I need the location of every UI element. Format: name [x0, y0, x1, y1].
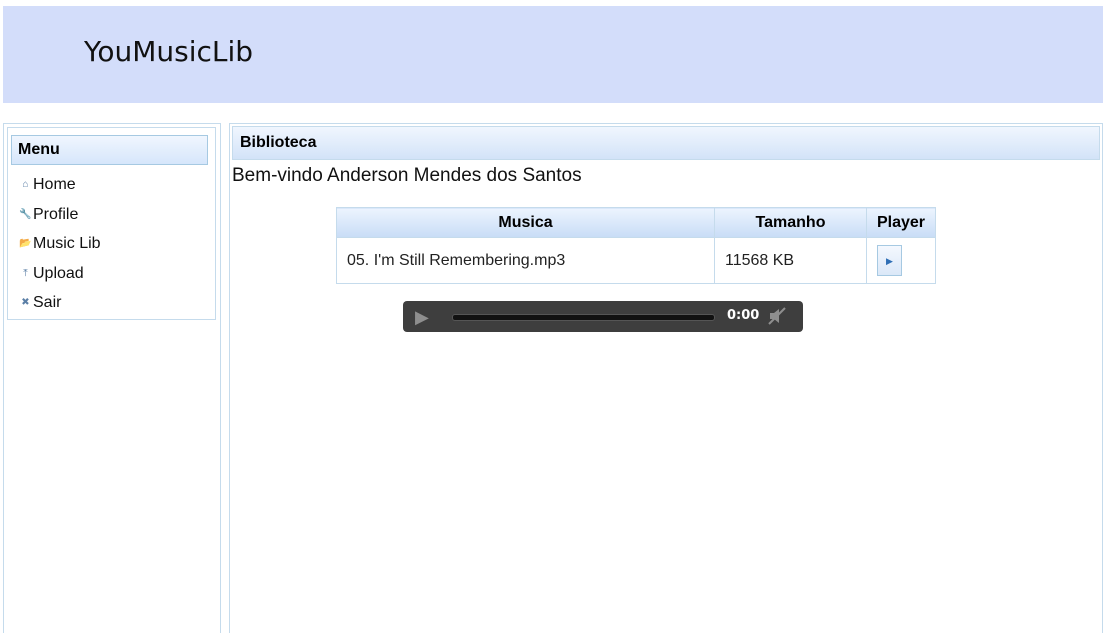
audio-progress-bar[interactable] [452, 314, 715, 321]
menu-panel: Menu ⌂ Home 🔧Profile 📂Music Lib ⤒ Upload ✖… [7, 127, 216, 320]
mute-button[interactable] [767, 306, 787, 326]
folder-open-icon: 📂 [19, 238, 32, 249]
audio-play-button[interactable]: ▶ [415, 307, 435, 327]
play-icon: ▶ [886, 256, 893, 266]
column-header-tamanho: Tamanho [714, 207, 867, 238]
welcome-message: Bem-vindo Anderson Mendes dos Santos [232, 165, 582, 186]
speaker-muted-icon [768, 307, 786, 325]
play-icon: ▶ [415, 307, 429, 327]
table-header-row: Musica Tamanho Player [336, 207, 936, 238]
menu-item-profile[interactable]: 🔧Profile [19, 204, 78, 226]
menu-item-label: Profile [33, 206, 79, 224]
app-header: YouMusicLib [3, 6, 1103, 103]
menu-item-music-lib[interactable]: 📂Music Lib [19, 233, 101, 255]
audio-time: 0:00 [727, 308, 760, 323]
menu-item-upload[interactable]: ⤒ Upload [19, 263, 84, 285]
cell-player: ▶ [866, 237, 936, 284]
app-title: YouMusicLib [84, 35, 254, 68]
menu-item-label: Home [33, 176, 76, 194]
menu-title: Menu [11, 135, 208, 165]
main-panel: Biblioteca Bem-vindo Anderson Mendes dos… [229, 123, 1103, 633]
menu-item-label: Music Lib [33, 235, 101, 253]
table-row: 05. I'm Still Remembering.mp3 11568 KB ▶ [336, 237, 936, 284]
main-title: Biblioteca [232, 126, 1100, 160]
menu-item-home[interactable]: ⌂ Home [19, 174, 76, 196]
menu-item-label: Sair [33, 294, 62, 312]
upload-icon: ⤒ [23, 268, 28, 279]
music-table: Musica Tamanho Player 05. I'm Still Reme… [336, 207, 936, 284]
cell-musica: 05. I'm Still Remembering.mp3 [336, 237, 715, 284]
left-column: Menu ⌂ Home 🔧Profile 📂Music Lib ⤒ Upload ✖… [3, 123, 221, 633]
column-header-player: Player [866, 207, 936, 238]
close-icon: ✖ [21, 297, 30, 308]
home-icon: ⌂ [22, 179, 29, 190]
cell-tamanho: 11568 KB [714, 237, 867, 284]
play-song-button[interactable]: ▶ [877, 245, 902, 276]
audio-player: ▶ 0:00 [403, 301, 803, 332]
menu-item-sair[interactable]: ✖ Sair [19, 292, 61, 314]
menu-item-label: Upload [33, 265, 84, 283]
wrench-icon: 🔧 [19, 209, 32, 220]
column-header-musica: Musica [336, 207, 715, 238]
